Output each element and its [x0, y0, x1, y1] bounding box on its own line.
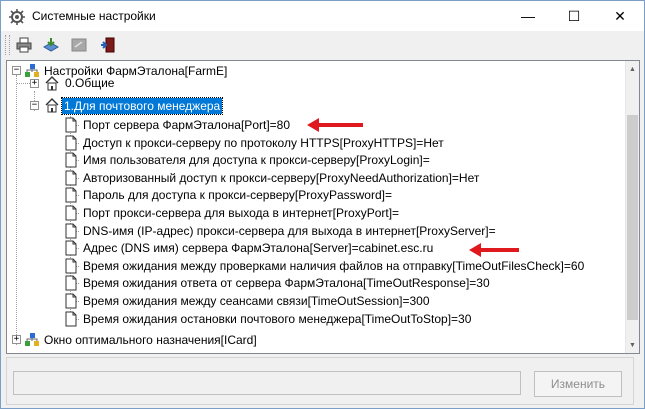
tree-item-label[interactable]: Пароль для доступа к прокси-серверу[Prox… — [81, 187, 394, 203]
tree-item-label[interactable]: Доступ к прокси-серверу по протоколу HTT… — [81, 135, 446, 151]
collapse-toggle[interactable]: − — [30, 101, 39, 110]
tree-item-label[interactable]: Порт прокси-сервера для выхода в интерне… — [81, 205, 401, 221]
value-field[interactable] — [13, 371, 521, 395]
tree-item-label[interactable]: Время ожидания между сеансами связи[Time… — [81, 293, 432, 309]
document-icon — [65, 275, 77, 291]
chevron-up-icon: ▲ — [629, 65, 636, 73]
document-icon — [65, 170, 77, 186]
scrollbar-thumb[interactable] — [627, 115, 638, 320]
expand-toggle[interactable]: − — [12, 66, 21, 75]
close-button[interactable]: ✕ — [597, 1, 643, 31]
tree-line — [17, 83, 30, 84]
close-icon: ✕ — [614, 7, 626, 24]
tree-item-label[interactable]: Авторизованный доступ к прокси-серверу[P… — [81, 170, 481, 186]
system-settings-window: Системные настройки — ☐ ✕ − Настройки Фа… — [0, 0, 645, 409]
document-icon — [65, 152, 77, 168]
tree-item-label[interactable]: Время ожидания остановки почтового менед… — [81, 311, 473, 327]
minimize-icon: — — [521, 8, 535, 24]
exit-button[interactable] — [97, 34, 119, 56]
tree-node-icard[interactable]: Окно оптимального назначения[ICard] — [42, 332, 259, 348]
annotation-arrow — [307, 118, 363, 132]
settings-tree[interactable]: − Настройки ФармЭталона[FarmE] + 0.Общие… — [6, 60, 640, 354]
tree-node-general[interactable]: 0.Общие — [63, 75, 116, 91]
house-icon — [45, 76, 59, 91]
document-icon — [65, 240, 77, 256]
document-icon — [65, 117, 77, 133]
export-button[interactable] — [40, 34, 62, 56]
toolbar-grip[interactable] — [5, 35, 10, 55]
disabled-edit-icon — [71, 38, 87, 52]
print-button[interactable] — [13, 34, 35, 56]
chevron-down-icon: ▼ — [629, 341, 636, 349]
document-icon — [65, 223, 77, 239]
settings-node-icon — [25, 64, 39, 77]
maximize-button[interactable]: ☐ — [551, 1, 597, 31]
minimize-button[interactable]: — — [505, 1, 551, 31]
document-icon — [65, 311, 77, 327]
tree-item-label[interactable]: Адрес (DNS имя) сервера ФармЭталона[Serv… — [81, 240, 435, 256]
window-title: Системные настройки — [32, 9, 156, 23]
expand-toggle[interactable]: + — [12, 335, 21, 344]
maximize-icon: ☐ — [567, 7, 581, 24]
document-icon — [65, 293, 77, 309]
tree-vertical-scrollbar[interactable]: ▲ ▼ — [625, 61, 639, 353]
disabled-edit-button[interactable] — [68, 34, 90, 56]
settings-node-icon — [25, 333, 39, 346]
document-icon — [65, 135, 77, 151]
tree-item-label[interactable]: Имя пользователя для доступа к прокси-се… — [81, 152, 432, 168]
scroll-up-button[interactable]: ▲ — [626, 61, 639, 77]
house-icon — [45, 98, 59, 113]
export-icon — [42, 38, 60, 52]
tree-item-label[interactable]: Время ожидания между проверками наличия … — [81, 258, 586, 274]
title-bar[interactable]: Системные настройки — ☐ ✕ — [1, 1, 644, 31]
settings-app-icon — [9, 9, 25, 25]
expand-toggle[interactable]: + — [30, 79, 39, 88]
document-icon — [65, 187, 77, 203]
scroll-down-button[interactable]: ▼ — [626, 337, 639, 353]
document-icon — [65, 205, 77, 221]
print-icon — [16, 37, 32, 53]
tree-item-label[interactable]: DNS-имя (IP-адрес) прокси-сервера для вы… — [81, 223, 498, 239]
tree-node-mail-manager[interactable]: 1.Для почтового менеджера — [60, 97, 224, 115]
exit-door-icon — [101, 37, 115, 53]
annotation-arrow — [469, 243, 519, 257]
tree-item-label[interactable]: Время ожидания ответа от сервера ФармЭта… — [81, 275, 492, 291]
tree-line — [16, 75, 17, 345]
change-button[interactable]: Изменить — [534, 371, 622, 397]
tree-item-label[interactable]: Порт сервера ФармЭталона[Port]=80 — [81, 117, 292, 133]
toolbar — [1, 31, 644, 59]
document-icon — [65, 258, 77, 274]
